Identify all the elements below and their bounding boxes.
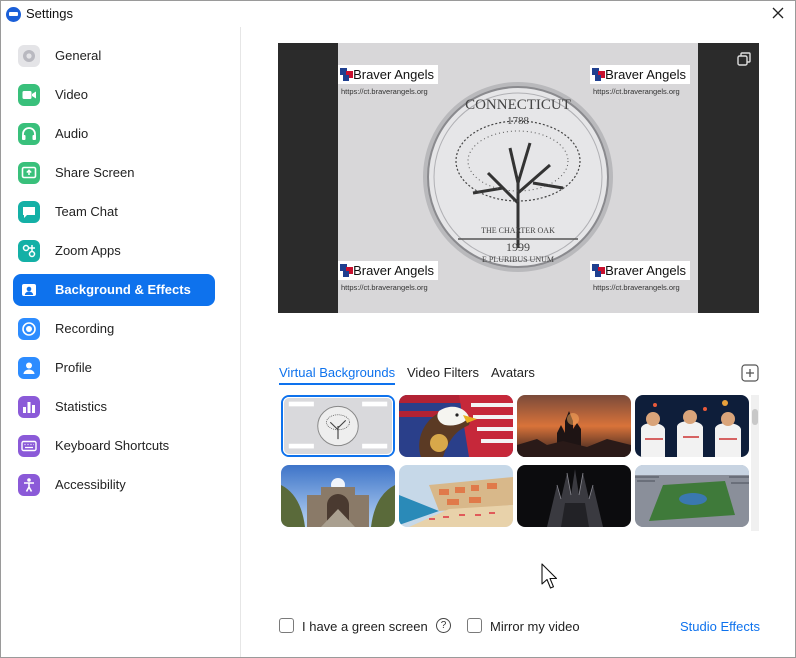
logo-url-text: https://ct.braverangels.org	[341, 283, 428, 292]
sidebar-item-keyboard-shortcuts[interactable]: Keyboard Shortcuts	[13, 430, 215, 462]
mirror-video-checkbox[interactable]	[467, 618, 482, 633]
braver-angels-flag-icon	[592, 264, 605, 277]
sidebar-item-label: Statistics	[55, 399, 108, 414]
braver-angels-flag-icon	[340, 68, 353, 81]
coin-bottom-text: E PLURIBUS UNUM	[482, 255, 554, 264]
sidebar-item-label: Team Chat	[55, 204, 118, 219]
sidebar-item-label: Keyboard Shortcuts	[55, 438, 170, 453]
background-gallery	[281, 395, 751, 531]
logo-url-text: https://ct.braverangels.org	[593, 87, 680, 96]
virtual-background-image: CONNECTICUT 1788 THE CHARTER OAK 1999 E …	[338, 43, 698, 313]
chat-bubble-icon	[18, 201, 40, 223]
background-thumbnail-fantasy-castle[interactable]	[517, 395, 631, 457]
sidebar-item-label: Profile	[55, 360, 92, 375]
green-screen-label[interactable]: I have a green screen	[302, 619, 428, 634]
close-button[interactable]	[767, 4, 789, 24]
plus-icon	[741, 364, 759, 382]
background-thumbnail-astronauts[interactable]	[635, 395, 749, 457]
title-bar: Settings	[1, 1, 795, 27]
video-camera-icon	[18, 84, 40, 106]
share-screen-icon	[18, 162, 40, 184]
sidebar-item-label: Recording	[55, 321, 115, 336]
tab-virtual-backgrounds[interactable]: Virtual Backgrounds	[279, 365, 395, 380]
sidebar-item-label: Accessibility	[55, 477, 126, 492]
sidebar-item-zoom-apps[interactable]: Zoom Apps	[13, 235, 215, 267]
background-thumbnail-iron-throne[interactable]	[517, 465, 631, 527]
gear-icon	[18, 45, 40, 67]
sidebar-item-label: Video	[55, 87, 89, 102]
braver-angels-logo: Braver Angels https://ct.braverangels.or…	[338, 65, 438, 96]
braver-angels-flag-icon	[592, 68, 605, 81]
green-screen-checkbox[interactable]	[279, 618, 294, 633]
window-title: Settings	[26, 6, 73, 21]
person-background-icon	[18, 279, 40, 301]
braver-angels-logo: Braver Angels https://ct.braverangels.or…	[590, 261, 690, 292]
braver-angels-logo: Braver Angels https://ct.braverangels.or…	[590, 65, 690, 96]
mouse-pointer-icon	[541, 563, 558, 589]
preview-size-toggle-button[interactable]	[735, 50, 753, 68]
window-toggle-icon	[737, 52, 751, 66]
close-icon	[772, 7, 784, 19]
sidebar-item-accessibility[interactable]: Accessibility	[13, 469, 215, 501]
sidebar-item-recording[interactable]: Recording	[13, 313, 215, 345]
braver-angels-flag-icon	[340, 264, 353, 277]
background-thumbnail-city-park[interactable]	[635, 465, 749, 527]
logo-url-text: https://ct.braverangels.org	[593, 283, 680, 292]
apps-icon	[18, 240, 40, 262]
accessibility-icon	[18, 474, 40, 496]
coin-middle-text: THE CHARTER OAK	[481, 226, 555, 235]
coin-year-bottom: 1999	[506, 240, 530, 254]
record-icon	[18, 318, 40, 340]
sidebar-item-background-effects[interactable]: Background & Effects	[13, 274, 215, 306]
sidebar-item-label: Background & Effects	[55, 282, 191, 297]
zoom-app-icon	[6, 7, 21, 22]
add-background-button[interactable]	[741, 364, 759, 382]
tab-avatars[interactable]: Avatars	[491, 365, 535, 380]
sidebar-item-general[interactable]: General	[13, 40, 215, 72]
background-thumbnail-coastal-town[interactable]	[399, 465, 513, 527]
active-tab-indicator	[279, 383, 395, 385]
mirror-video-label[interactable]: Mirror my video	[490, 619, 580, 634]
gallery-scrollbar-thumb[interactable]	[752, 409, 758, 425]
sidebar-item-profile[interactable]: Profile	[13, 352, 215, 384]
bar-chart-icon	[18, 396, 40, 418]
braver-angels-logo: Braver Angels https://ct.braverangels.or…	[338, 261, 438, 292]
settings-window: Settings General Video Audio Share Scree…	[0, 0, 796, 658]
gallery-scrollbar[interactable]	[751, 395, 759, 531]
settings-sidebar: General Video Audio Share Screen Team Ch…	[1, 27, 241, 657]
sidebar-item-label: Zoom Apps	[55, 243, 121, 258]
sidebar-item-label: General	[55, 48, 102, 63]
person-icon	[18, 357, 40, 379]
sidebar-item-audio[interactable]: Audio	[13, 118, 215, 150]
background-thumbnail-braver-angels[interactable]	[281, 395, 395, 457]
logo-url-text: https://ct.braverangels.org	[341, 87, 428, 96]
sidebar-item-share-screen[interactable]: Share Screen	[13, 157, 215, 189]
headphones-icon	[18, 123, 40, 145]
background-thumbnail-eagle-flag[interactable]	[399, 395, 513, 457]
help-icon[interactable]: ?	[436, 618, 451, 633]
sidebar-item-team-chat[interactable]: Team Chat	[13, 196, 215, 228]
background-thumbnail-courtyard[interactable]	[281, 465, 395, 527]
sidebar-item-label: Share Screen	[55, 165, 135, 180]
sidebar-item-statistics[interactable]: Statistics	[13, 391, 215, 423]
video-preview: CONNECTICUT 1788 THE CHARTER OAK 1999 E …	[278, 43, 759, 313]
sidebar-item-video[interactable]: Video	[13, 79, 215, 111]
studio-effects-link[interactable]: Studio Effects	[680, 619, 760, 634]
coin-top-text: CONNECTICUT	[465, 97, 571, 113]
keyboard-icon	[18, 435, 40, 457]
footer-options: I have a green screen ? Mirror my video …	[1, 617, 796, 637]
tab-video-filters[interactable]: Video Filters	[407, 365, 479, 380]
coin-year-top: 1788	[507, 115, 530, 127]
sidebar-item-label: Audio	[55, 126, 89, 141]
background-tabs: Virtual Backgrounds Video Filters Avatar…	[278, 363, 678, 385]
